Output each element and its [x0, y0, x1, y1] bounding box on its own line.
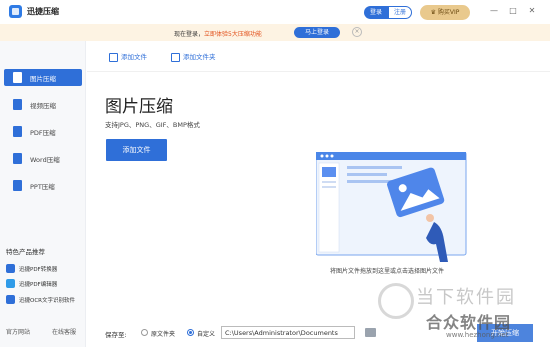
- recommend-label: 迅捷OCR文字识别软件: [19, 298, 75, 304]
- sidebar-item-video[interactable]: 视频压缩: [4, 96, 82, 113]
- save-to-label: 保存至:: [105, 331, 127, 339]
- radio-original-folder[interactable]: [141, 329, 148, 336]
- app-logo-icon: [9, 5, 22, 18]
- buy-vip-button[interactable]: ♛ 购买VIP: [420, 5, 470, 20]
- pdf-converter-icon: [6, 264, 15, 273]
- login-button[interactable]: 登录: [364, 6, 388, 19]
- toolbar-add-file-label: 添加文件: [121, 53, 147, 61]
- radio-custom-folder-label: 自定义: [197, 331, 216, 338]
- sidebar-item-label: PPT压缩: [30, 183, 55, 191]
- pdf-icon: [13, 126, 22, 137]
- official-website-link[interactable]: 官方网站: [6, 327, 30, 336]
- app-title: 迅捷压缩: [27, 7, 59, 16]
- ppt-icon: [13, 180, 22, 191]
- word-icon: [13, 153, 22, 164]
- page-title: 图片压缩: [105, 97, 173, 117]
- banner-login-button[interactable]: 马上登录: [294, 27, 340, 38]
- sidebar-item-label: 图片压缩: [30, 75, 56, 83]
- radio-custom-folder[interactable]: [187, 329, 194, 336]
- sidebar-item-image[interactable]: 图片压缩: [4, 69, 82, 86]
- sidebar-item-label: PDF压缩: [30, 129, 56, 137]
- sidebar-item-label: Word压缩: [30, 156, 60, 164]
- close-icon[interactable]: ✕: [527, 6, 537, 16]
- recommend-title: 特色产品推荐: [6, 248, 45, 256]
- recommend-label: 迅捷PDF编辑器: [19, 282, 58, 288]
- ocr-icon: [6, 295, 15, 304]
- banner-text-prefix: 现在登录，: [174, 31, 205, 38]
- radio-original-folder-label: 原文件夹: [151, 331, 176, 338]
- sidebar-item-pdf[interactable]: PDF压缩: [4, 123, 82, 140]
- add-folder-icon: [171, 52, 180, 62]
- image-icon: [13, 72, 22, 83]
- maximize-icon[interactable]: □: [508, 6, 518, 16]
- pdf-editor-icon: [6, 279, 15, 288]
- sidebar-item-word[interactable]: Word压缩: [4, 150, 82, 167]
- folder-icon[interactable]: [365, 328, 376, 337]
- toolbar-add-folder-label: 添加文件夹: [183, 53, 216, 61]
- add-file-button[interactable]: 添加文件: [106, 139, 167, 161]
- login-banner: 现在登录，立即体验5大压缩功能 马上登录 ×: [0, 24, 550, 41]
- register-button[interactable]: 注册: [388, 6, 412, 19]
- toolbar-divider: [87, 71, 550, 72]
- supported-formats: 支持JPG、PNG、GIF、BMP格式: [105, 121, 200, 129]
- recommend-label: 迅捷PDF转换器: [19, 267, 58, 273]
- sidebar: 图片压缩 视频压缩 PDF压缩 Word压缩 PPT压缩 特色产品推荐 迅捷PD…: [0, 41, 86, 347]
- online-support-link[interactable]: 在线客服: [52, 327, 76, 336]
- banner-text: 现在登录，立即体验5大压缩功能: [174, 29, 262, 38]
- video-icon: [13, 99, 22, 110]
- minimize-icon[interactable]: —: [489, 6, 499, 16]
- add-file-icon: [109, 52, 118, 62]
- main-panel: 添加文件 添加文件夹 图片压缩 支持JPG、PNG、GIF、BMP格式 添加文件…: [87, 41, 550, 347]
- drop-hint-text: 将图片文件拖放到这里或点击选择图片文件: [330, 268, 445, 275]
- buy-vip-label: 购买VIP: [437, 9, 460, 16]
- title-bar: 迅捷压缩 登录 注册 ♛ 购买VIP — □ ✕: [0, 0, 550, 24]
- bottom-bar: 保存至: 原文件夹 自定义 开始压缩: [87, 322, 550, 347]
- toolbar-add-file-button[interactable]: 添加文件: [109, 51, 147, 62]
- save-path-input[interactable]: [221, 326, 355, 339]
- sidebar-item-label: 视频压缩: [30, 102, 56, 110]
- banner-text-highlight: 立即体验5大压缩功能: [204, 31, 262, 38]
- toolbar-add-folder-button[interactable]: 添加文件夹: [171, 51, 216, 62]
- drop-zone-illustration[interactable]: [316, 152, 476, 272]
- start-compress-button[interactable]: 开始压缩: [477, 324, 533, 342]
- sidebar-item-ppt[interactable]: PPT压缩: [4, 177, 82, 194]
- banner-close-icon[interactable]: ×: [352, 27, 362, 37]
